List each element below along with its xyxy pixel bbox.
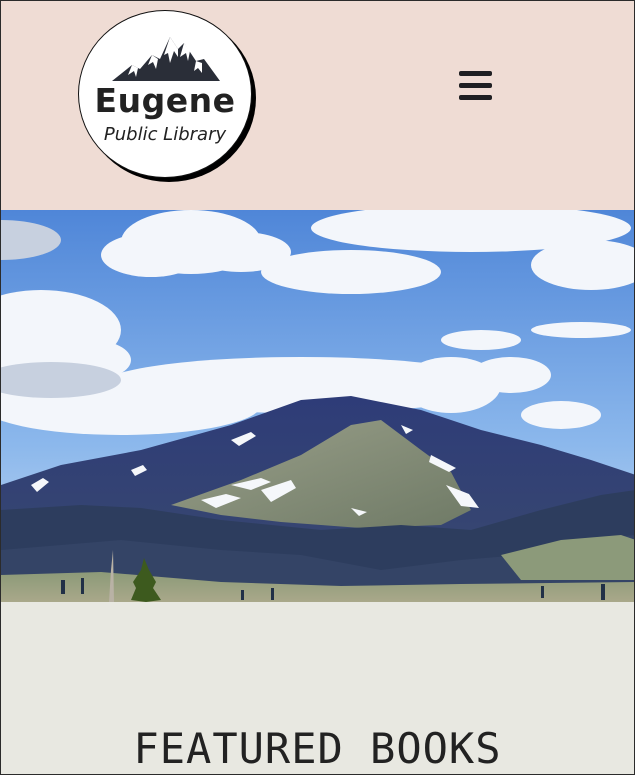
featured-books-section: FEATURED BOOKS (1, 602, 634, 774)
logo-title: Eugene (94, 81, 236, 120)
mountain-landscape-image (1, 210, 634, 602)
menu-bar (459, 95, 492, 100)
hero-image (1, 210, 634, 602)
logo-subtitle: Public Library (103, 124, 227, 145)
library-logo[interactable]: Eugene Public Library (78, 10, 258, 182)
featured-books-heading: FEATURED BOOKS (133, 724, 502, 773)
menu-bar (459, 83, 492, 88)
logo-badge: Eugene Public Library (78, 10, 252, 178)
hamburger-menu-icon[interactable] (453, 63, 497, 107)
menu-bar (459, 71, 492, 76)
mountain-icon (112, 37, 220, 81)
site-header: Eugene Public Library (1, 1, 634, 210)
page: Eugene Public Library FEATURED BOOKS (0, 0, 635, 775)
